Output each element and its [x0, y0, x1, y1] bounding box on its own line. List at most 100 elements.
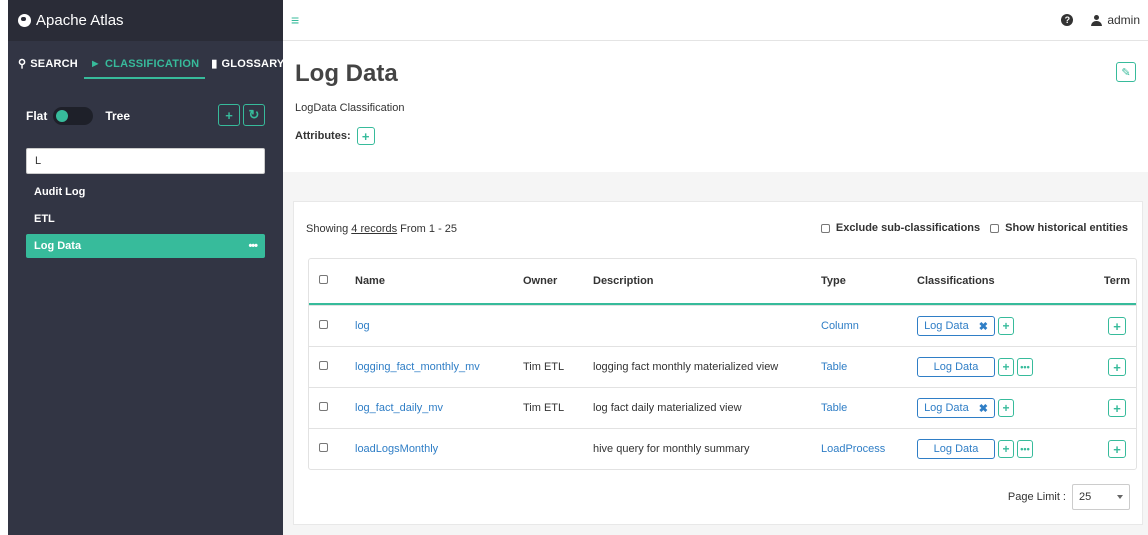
tab-classification[interactable]: ► CLASSIFICATION — [83, 58, 206, 79]
tag-icon: ► — [89, 58, 102, 70]
tag-label: Log Data — [933, 443, 979, 455]
more-classifications-button[interactable]: ••• — [1017, 358, 1033, 376]
show-historical-checkbox[interactable]: Show historical entities — [990, 222, 1128, 234]
refresh-button[interactable]: ↻ — [243, 104, 265, 126]
exclude-sub-classifications-checkbox[interactable]: Exclude sub-classifications — [820, 222, 980, 234]
tree-item-label: Log Data — [34, 240, 82, 252]
entity-name-link[interactable]: logging_fact_monthly_mv — [345, 361, 513, 373]
records-count-link[interactable]: 4 records — [351, 223, 397, 235]
pencil-icon: ✎ — [1121, 66, 1131, 79]
add-classification-button[interactable]: + — [998, 317, 1014, 335]
row-checkbox[interactable] — [319, 361, 328, 370]
tab-classification-label: CLASSIFICATION — [105, 58, 200, 70]
result-filters: Exclude sub-classifications Show histori… — [820, 222, 1128, 234]
refresh-icon: ↻ — [248, 107, 260, 122]
classifications-wrap: Log Data + ••• — [917, 357, 1082, 377]
view-toggle-row: Flat Tree + ↻ — [26, 104, 265, 128]
tree-item-etl[interactable]: ETL — [26, 207, 265, 231]
tab-search[interactable]: ⚲ SEARCH — [12, 57, 84, 79]
table-row: loadLogsMonthly hive query for monthly s… — [309, 428, 1136, 469]
row-select-cell — [309, 402, 345, 414]
row-select-cell — [309, 320, 345, 332]
more-options-icon[interactable]: ••• — [248, 234, 258, 258]
select-all-checkbox[interactable] — [319, 275, 328, 284]
page-limit-label: Page Limit : — [1007, 491, 1066, 503]
entity-type-link[interactable]: Column — [811, 320, 907, 332]
classification-tag[interactable]: Log Data ✖ — [917, 316, 995, 336]
classification-description: LogData Classification — [295, 102, 405, 114]
menu-toggle-icon[interactable]: ≡ — [291, 12, 299, 28]
classification-tag[interactable]: Log Data — [917, 357, 995, 377]
remove-tag-icon[interactable]: ✖ — [979, 402, 988, 415]
entity-name-link[interactable]: log — [345, 320, 513, 332]
row-checkbox[interactable] — [319, 402, 328, 411]
classification-filter-input[interactable] — [26, 148, 265, 174]
entity-name-link[interactable]: log_fact_daily_mv — [345, 402, 513, 414]
add-classification-button[interactable]: + — [998, 440, 1014, 458]
classification-tag[interactable]: Log Data ✖ — [917, 398, 995, 418]
help-icon[interactable]: ? — [1061, 14, 1074, 26]
add-classification-button[interactable]: + — [218, 104, 240, 126]
folder-icon: ▮ — [211, 58, 218, 70]
term-cell: + — [1082, 440, 1136, 458]
tab-glossary-label: GLOSSARY — [221, 57, 285, 70]
classification-tag[interactable]: Log Data — [917, 439, 995, 459]
nav-tabs: ⚲ SEARCH ► CLASSIFICATION ▮ GLOSSARY — [8, 41, 284, 79]
entity-description: log fact daily materialized view — [593, 402, 742, 414]
app-brand[interactable]: Apache Atlas — [8, 0, 283, 41]
add-term-button[interactable]: + — [1108, 317, 1126, 335]
tree-item-audit-log[interactable]: Audit Log — [26, 180, 265, 204]
add-attribute-button[interactable]: + — [356, 127, 375, 145]
entity-owner: Tim ETL — [523, 361, 565, 373]
chevron-down-icon — [1117, 495, 1123, 499]
entity-description: hive query for monthly summary — [593, 443, 750, 455]
col-header-term[interactable]: Term — [1082, 275, 1136, 287]
classifications-cell: Log Data ✖ + — [907, 316, 1082, 336]
col-header-name[interactable]: Name — [345, 275, 513, 287]
add-classification-button[interactable]: + — [998, 358, 1014, 376]
app-title: Apache Atlas — [36, 12, 124, 29]
row-select-cell — [309, 443, 345, 455]
flat-tree-toggle[interactable] — [53, 107, 94, 125]
results-panel: Showing 4 records From 1 - 25 Exclude su… — [293, 201, 1143, 525]
add-term-button[interactable]: + — [1108, 399, 1126, 417]
page-limit: Page Limit : 25 — [1008, 484, 1130, 510]
classifications-cell: Log Data + ••• — [907, 357, 1082, 377]
col-header-owner[interactable]: Owner — [513, 275, 583, 287]
row-select-cell — [309, 361, 345, 373]
col-header-description[interactable]: Description — [583, 275, 811, 287]
row-checkbox[interactable] — [319, 443, 328, 452]
page-title: Log Data — [295, 60, 398, 87]
user-menu[interactable]: admin — [1091, 13, 1140, 27]
entity-name-link[interactable]: loadLogsMonthly — [345, 443, 513, 455]
edit-button[interactable]: ✎ — [1116, 62, 1136, 82]
page-limit-select[interactable]: 25 — [1072, 484, 1130, 510]
records-summary: Showing 4 records From 1 - 25 — [306, 223, 457, 235]
tree-item-label: ETL — [34, 213, 55, 225]
more-classifications-button[interactable]: ••• — [1017, 440, 1033, 458]
flat-label: Flat — [26, 109, 48, 123]
tab-glossary[interactable]: ▮ GLOSSARY — [205, 57, 290, 79]
table-row: log_fact_daily_mv Tim ETL log fact daily… — [309, 387, 1136, 428]
col-header-type[interactable]: Type — [811, 275, 907, 287]
classification-detail: Log Data ✎ LogData Classification Attrib… — [283, 42, 1148, 172]
col-header-classifications[interactable]: Classifications — [907, 275, 1082, 287]
tree-item-log-data[interactable]: Log Data ••• — [26, 234, 265, 258]
entity-type-link[interactable]: Table — [811, 361, 907, 373]
entity-type-link[interactable]: Table — [811, 402, 907, 414]
page-limit-value: 25 — [1079, 491, 1092, 503]
add-term-button[interactable]: + — [1108, 358, 1126, 376]
term-cell: + — [1082, 358, 1136, 376]
showing-prefix: Showing — [306, 223, 352, 235]
username: admin — [1107, 13, 1140, 27]
classifications-cell: Log Data ✖ + — [907, 398, 1082, 418]
globe-icon — [18, 14, 31, 27]
add-classification-button[interactable]: + — [998, 399, 1014, 417]
add-term-button[interactable]: + — [1108, 440, 1126, 458]
term-header-label: Term — [1103, 275, 1130, 287]
term-cell: + — [1082, 399, 1136, 417]
row-checkbox[interactable] — [319, 320, 328, 329]
remove-tag-icon[interactable]: ✖ — [979, 320, 988, 333]
table-header-row: Name Owner Description Type Classificati… — [309, 259, 1136, 305]
entity-type-link[interactable]: LoadProcess — [811, 443, 907, 455]
